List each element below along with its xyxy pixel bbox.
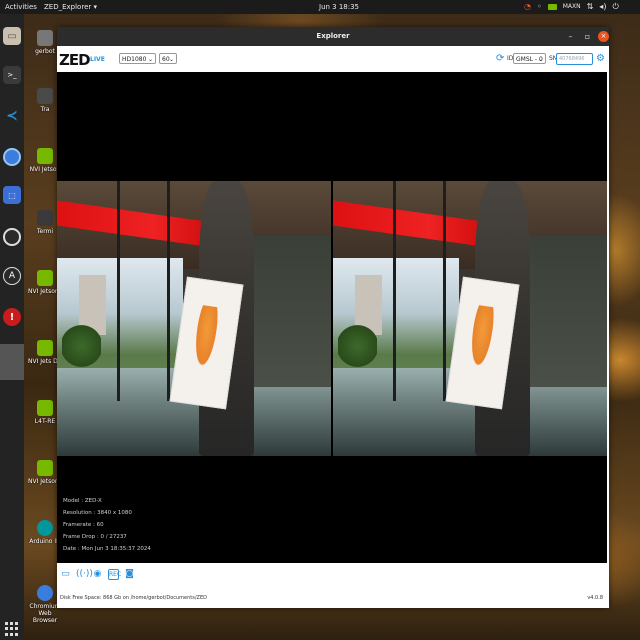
model-info: Model : ZED-X bbox=[63, 498, 102, 504]
nvidia-icon bbox=[37, 148, 53, 164]
window-title: Explorer bbox=[316, 32, 350, 40]
close-button[interactable]: × bbox=[598, 31, 609, 42]
system-tray[interactable]: ◔ ◦ MAXN ⇅ ◂) ⏻ bbox=[524, 2, 619, 11]
nvidia-icon bbox=[37, 400, 53, 416]
explorer-window: Explorer – ▫ × ZED LIVE HD1080 ⌄ 60 ⌄ ⟳ … bbox=[57, 27, 609, 608]
camera-viewer[interactable]: Model : ZED-X Resolution : 3840 x 1080 F… bbox=[57, 72, 607, 563]
live-badge: LIVE bbox=[90, 56, 105, 63]
arduino-icon bbox=[37, 520, 53, 536]
chevron-down-icon: ⌄ bbox=[147, 56, 153, 63]
home-folder-icon bbox=[37, 30, 53, 46]
chromium-icon bbox=[37, 585, 53, 601]
gear-icon[interactable]: ⚙ bbox=[596, 53, 605, 64]
trash-icon bbox=[37, 88, 53, 104]
resolution-info: Resolution : 3840 x 1080 bbox=[63, 510, 132, 516]
right-camera-view bbox=[333, 181, 607, 456]
chevron-down-icon: ⌄ bbox=[537, 56, 543, 63]
settings-icon[interactable]: ◉ bbox=[92, 569, 103, 580]
resolution-select[interactable]: HD1080 ⌄ bbox=[119, 53, 156, 64]
toolbar: ZED LIVE HD1080 ⌄ 60 ⌄ ⟳ ID GMSL - 0 ⌄ S… bbox=[57, 46, 609, 72]
serial-number-field[interactable]: 40768496 bbox=[556, 53, 593, 65]
nvidia-icon[interactable] bbox=[547, 3, 557, 10]
terminal-icon bbox=[37, 210, 53, 226]
app-menu[interactable]: ZED_Explorer ▾ bbox=[44, 3, 97, 11]
obs-icon[interactable] bbox=[3, 228, 21, 246]
chromium-icon[interactable] bbox=[3, 148, 21, 166]
warning-app-icon[interactable]: ! bbox=[3, 308, 21, 326]
resolution-value: HD1080 bbox=[122, 56, 147, 63]
bottom-toolbar: ▭ ((·)) ◉ REC ◙ bbox=[60, 569, 135, 580]
nvidia-icon bbox=[37, 270, 53, 286]
sound-indicator-icon[interactable]: ◦ bbox=[537, 2, 542, 11]
folder-icon[interactable]: ▭ bbox=[60, 569, 71, 580]
bottom-bar: ▭ ((·)) ◉ REC ◙ Disk Free Space: 868 Gb … bbox=[57, 563, 609, 608]
running-app-icon[interactable] bbox=[0, 344, 24, 380]
record-icon[interactable]: REC bbox=[108, 569, 121, 580]
activities-button[interactable]: Activities bbox=[5, 3, 37, 11]
camera-id-select[interactable]: GMSL - 0 ⌄ bbox=[513, 53, 546, 64]
files-icon[interactable]: ▭ bbox=[3, 27, 21, 45]
version-label: v4.0.8 bbox=[587, 595, 603, 601]
terminal-icon[interactable]: >_ bbox=[3, 66, 21, 84]
fps-select[interactable]: 60 ⌄ bbox=[159, 53, 177, 64]
nvidia-icon bbox=[37, 460, 53, 476]
nvidia-icon bbox=[37, 340, 53, 356]
top-bar: Activities ZED_Explorer ▾ Jun 3 18:35 ◔ … bbox=[0, 0, 640, 14]
power-icon[interactable]: ⏻ bbox=[612, 2, 618, 11]
framerate-info: Framerate : 60 bbox=[63, 522, 104, 528]
mode-label[interactable]: MAXN bbox=[563, 2, 581, 11]
volume-icon[interactable]: ◂) bbox=[599, 2, 606, 11]
chevron-down-icon: ⌄ bbox=[168, 56, 174, 63]
dock: ▭ >_ ≺ ⬚ A ! bbox=[0, 14, 24, 640]
refresh-icon[interactable]: ⟳ bbox=[496, 53, 504, 64]
camera-info: Model : ZED-X Resolution : 3840 x 1080 F… bbox=[63, 495, 151, 555]
stream-icon[interactable]: ((·)) bbox=[76, 569, 93, 580]
screenshot-icon[interactable]: ⬚ bbox=[3, 186, 21, 204]
network-icon[interactable]: ⇅ bbox=[587, 2, 594, 11]
show-apps-icon[interactable] bbox=[5, 622, 19, 636]
maximize-button[interactable]: ▫ bbox=[582, 31, 593, 42]
arduino-icon[interactable]: A bbox=[3, 267, 21, 285]
disk-status: Disk Free Space: 868 Gb on /home/gerbot/… bbox=[60, 595, 207, 601]
zed-logo: ZED bbox=[59, 51, 91, 69]
window-titlebar[interactable]: Explorer – ▫ × bbox=[57, 27, 609, 46]
minimize-button[interactable]: – bbox=[565, 31, 576, 42]
snapshot-icon[interactable]: ◙ bbox=[124, 569, 135, 580]
date-info: Date : Mon Jun 3 18:35:37 2024 bbox=[63, 546, 151, 552]
vscode-icon[interactable]: ≺ bbox=[3, 107, 21, 125]
clock[interactable]: Jun 3 18:35 bbox=[319, 3, 359, 11]
frame-drop-info: Frame Drop : 0 / 27237 bbox=[63, 534, 127, 540]
left-camera-view bbox=[57, 181, 331, 456]
system-monitor-icon[interactable]: ◔ bbox=[524, 2, 531, 11]
